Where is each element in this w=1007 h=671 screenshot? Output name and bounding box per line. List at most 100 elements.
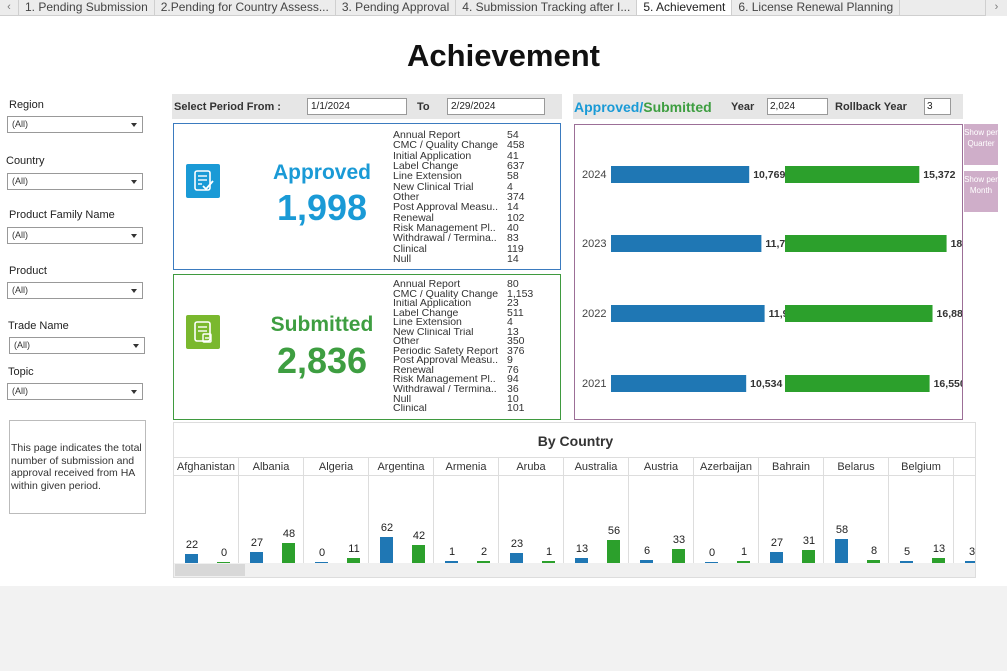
submitted-breakdown-row: Initial Application 23: [393, 298, 553, 309]
approved-country-bar[interactable]: [185, 553, 198, 563]
scrollbar-thumb[interactable]: [175, 564, 245, 576]
tab-license-renewal[interactable]: 6. License Renewal Planning: [732, 0, 901, 15]
submitted-bar-label: 18,494: [951, 238, 962, 250]
approved-country-value: 3: [968, 546, 976, 558]
chevron-down-icon: [131, 234, 137, 238]
submitted-country-value: 13: [932, 542, 946, 555]
breakdown-category: Clinical: [393, 404, 427, 414]
submitted-country-bar[interactable]: [412, 545, 425, 563]
tab-submission-tracking[interactable]: 4. Submission Tracking after I...: [456, 0, 638, 15]
tab-scroll-right-icon[interactable]: ›: [985, 0, 1007, 16]
submitted-year-bar[interactable]: [785, 235, 947, 252]
breakdown-category: Renewal: [393, 212, 434, 224]
breakdown-category: Other: [393, 192, 420, 203]
country-column: Australia 13 56: [564, 457, 629, 563]
submitted-country-value: 33: [672, 534, 686, 547]
approved-breakdown-row: Post Approval Measu.. 14: [393, 202, 553, 213]
topic-filter-label: Topic: [8, 366, 34, 378]
product-family-filter-select[interactable]: (All): [7, 227, 143, 244]
period-to-input[interactable]: 2/29/2024: [447, 98, 545, 115]
submitted-breakdown-list: Annual Report 80 CMC / Quality Change 1,153…: [393, 279, 553, 414]
submitted-country-bar[interactable]: [672, 549, 685, 563]
tab-pending-approval[interactable]: 3. Pending Approval: [336, 0, 457, 15]
tab-scroll-left-icon[interactable]: ‹: [0, 0, 19, 15]
product-filter-select[interactable]: (All): [7, 282, 143, 299]
approved-year-bar[interactable]: [611, 375, 747, 392]
breakdown-category: Post Approval Measu..: [393, 202, 499, 213]
submitted-breakdown-row: Renewal 76: [393, 365, 553, 376]
approved-country-bar[interactable]: [380, 537, 393, 563]
breakdown-category: Other: [393, 337, 420, 347]
submitted-year-bar[interactable]: [785, 375, 930, 392]
topic-filter-value: (All): [12, 386, 28, 396]
submitted-country-bar[interactable]: [802, 550, 815, 563]
rollback-year-input[interactable]: 3: [924, 98, 951, 115]
submitted-year-bar[interactable]: [785, 305, 933, 322]
submitted-breakdown-row: CMC / Quality Change 1,153: [393, 289, 553, 300]
submitted-country-value: 1: [740, 546, 748, 558]
country-filter-label: Country: [6, 155, 45, 167]
tab-achievement[interactable]: 5. Achievement: [637, 0, 733, 15]
country-name: Bahrain: [759, 457, 823, 476]
approved-country-bar[interactable]: [770, 551, 783, 563]
country-name: Boliv: [954, 457, 975, 476]
region-filter-select[interactable]: (All): [7, 116, 143, 133]
horizontal-scrollbar[interactable]: [174, 563, 975, 577]
approved-breakdown-row: Withdrawal / Termina.. 83: [393, 233, 553, 244]
year-axis-label: 2024: [582, 169, 606, 181]
submitted-year-bar[interactable]: [785, 166, 920, 183]
submitted-bar-label: 15,372: [923, 169, 955, 181]
country-column: Belarus 58 8: [824, 457, 889, 563]
year-axis-label: 2021: [582, 378, 606, 390]
approved-country-bar[interactable]: [835, 538, 848, 563]
tab-pending-submission[interactable]: 1. Pending Submission: [19, 0, 155, 15]
approved-year-bar[interactable]: [611, 305, 765, 322]
breakdown-category: Label Change: [393, 161, 459, 172]
country-name: Aruba: [499, 457, 563, 476]
year-bar-chart-svg: 202410,76915,372202311,71918,494202211,9…: [582, 166, 983, 392]
approved-year-bar[interactable]: [611, 166, 750, 183]
period-to-label: To: [417, 101, 430, 113]
title-submitted: Submitted: [643, 99, 712, 115]
approved-country-value: 13: [575, 542, 589, 555]
breakdown-category: Label Change: [393, 308, 459, 319]
approved-breakdown-row: CMC / Quality Change 458: [393, 140, 553, 151]
country-name: Armenia: [434, 457, 498, 476]
trade-name-filter-label: Trade Name: [8, 320, 69, 332]
submitted-bar-label: 16,550: [934, 378, 962, 390]
year-input[interactable]: 2,024: [767, 98, 828, 115]
trade-name-filter-select[interactable]: (All): [9, 337, 145, 354]
approved-breakdown-row: Label Change 637: [393, 161, 553, 172]
approved-country-value: 0: [708, 547, 716, 560]
approved-country-value: 1: [448, 546, 456, 558]
submitted-breakdown-row: New Clinical Trial 13: [393, 327, 553, 338]
country-filter-select[interactable]: (All): [7, 173, 143, 190]
approved-bar-label: 10,534: [750, 378, 782, 390]
submitted-breakdown-row: Clinical 101: [393, 403, 553, 414]
approved-heading: Approved: [272, 161, 371, 184]
breakdown-category: CMC / Quality Change: [393, 289, 499, 300]
submitted-country-value: 0: [220, 547, 228, 560]
approved-country-bar[interactable]: [510, 553, 523, 563]
by-country-title: By Country: [537, 433, 614, 449]
approved-country-value: 6: [643, 545, 651, 558]
submitted-country-bar[interactable]: [607, 539, 620, 563]
breakdown-category: Withdrawal / Termina..: [393, 385, 497, 395]
dashboard-canvas: ‹ 1. Pending Submission 2.Pending for Co…: [0, 0, 1007, 586]
country-column: Azerbaijan 0 1: [694, 457, 759, 563]
submitted-country-bar[interactable]: [282, 542, 295, 563]
submitted-country-value: 31: [802, 535, 816, 547]
country-column: Afghanistan 22 0: [174, 457, 239, 563]
year-axis-label: 2023: [582, 238, 606, 250]
show-per-month-button[interactable]: Show per Month: [964, 171, 998, 212]
submitted-breakdown-row: Other 350: [393, 336, 553, 347]
approved-year-bar[interactable]: [611, 235, 762, 252]
country-name: Belarus: [824, 457, 888, 476]
country-column: Algeria 0 11: [304, 457, 369, 563]
tab-pending-country-assessment[interactable]: 2.Pending for Country Assess...: [155, 0, 336, 15]
show-per-quarter-button[interactable]: Show per Quarter: [964, 124, 998, 165]
approved-country-bar[interactable]: [250, 551, 263, 563]
topic-filter-select[interactable]: (All): [7, 383, 143, 400]
period-from-input[interactable]: 1/1/2024: [307, 98, 407, 115]
country-column: Belgium 5 13: [889, 457, 954, 563]
